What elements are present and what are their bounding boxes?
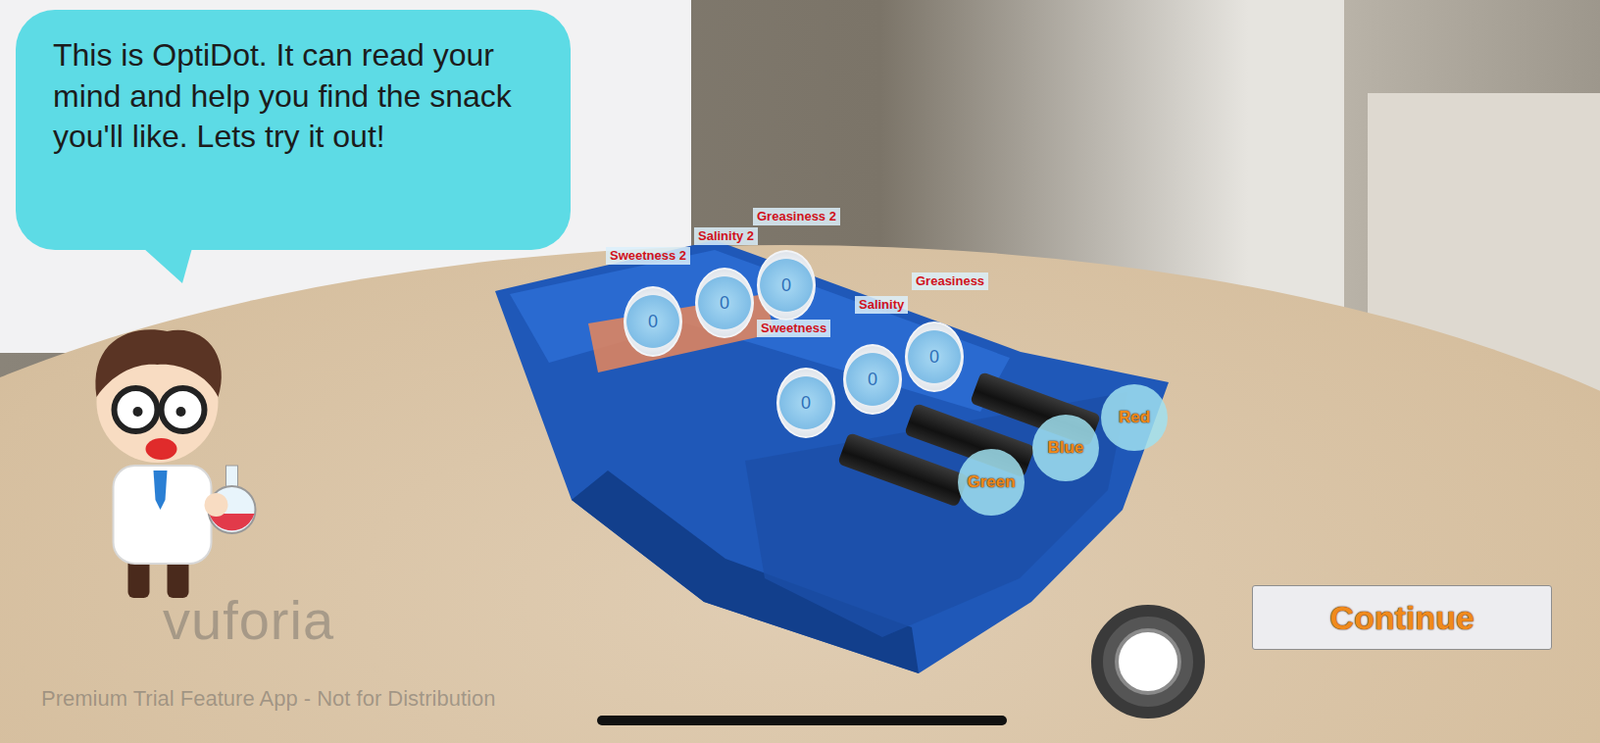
dial-label: Salinity 2 — [694, 227, 758, 246]
trial-notice: Premium Trial Feature App - Not for Dist… — [41, 686, 496, 712]
ar-screen: 000000Sweetness 2Salinity 2Greasiness 2S… — [0, 0, 1600, 743]
dial-label: Sweetness 2 — [605, 247, 691, 265]
dial[interactable]: 0 — [623, 286, 683, 357]
speech-bubble: This is OptiDot. It can read your mind a… — [15, 9, 571, 250]
dial-label: Sweetness — [756, 319, 831, 338]
flashlight-button[interactable]: Blue — [1032, 414, 1100, 482]
flashlight-button[interactable]: Green — [957, 449, 1025, 516]
vuforia-watermark: vuforia — [162, 588, 335, 652]
flashlight-button[interactable]: Red — [1100, 384, 1168, 451]
dial-label: Greasiness 2 — [752, 207, 841, 226]
dial[interactable]: 0 — [776, 367, 836, 439]
dial-label: Greasiness — [911, 272, 989, 291]
continue-button[interactable]: Continue — [1251, 585, 1552, 650]
dial[interactable]: 0 — [756, 250, 816, 321]
scientist-icon — [56, 303, 268, 618]
tutorial-message: This is OptiDot. It can read your mind a… — [52, 35, 553, 158]
home-indicator — [597, 715, 1007, 726]
dial[interactable]: 0 — [843, 344, 902, 415]
dial[interactable]: 0 — [904, 321, 964, 393]
dial-label: Salinity — [854, 296, 908, 314]
dial[interactable]: 0 — [695, 267, 754, 339]
capture-button-core[interactable] — [1114, 628, 1182, 696]
capture-button[interactable] — [1091, 604, 1205, 719]
